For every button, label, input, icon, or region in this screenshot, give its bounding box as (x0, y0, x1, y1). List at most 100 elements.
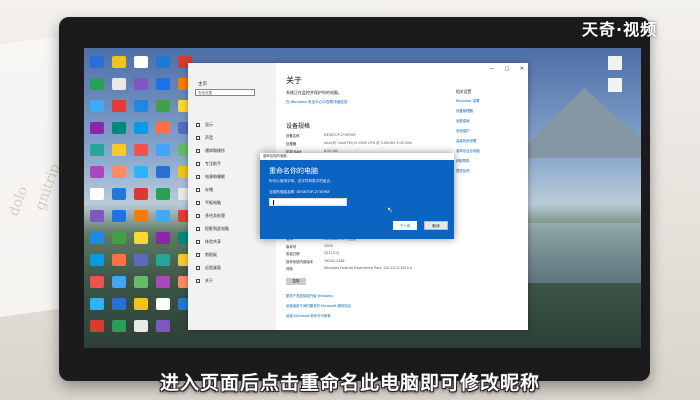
desktop-app-icon[interactable] (134, 232, 148, 244)
text-caret (273, 200, 274, 205)
nav-item[interactable]: 通知和操作 (196, 148, 225, 154)
desktop-app-icon[interactable] (156, 78, 170, 90)
related-settings-link[interactable]: 提供反馈 (456, 168, 470, 173)
desktop-app-icon[interactable] (112, 78, 126, 90)
desktop-app-icon[interactable] (156, 122, 170, 134)
desktop-app-icon[interactable] (90, 276, 104, 288)
desktop-app-icon[interactable] (156, 100, 170, 112)
desktop-app-icon[interactable] (134, 78, 148, 90)
desktop-app-icon[interactable] (112, 166, 126, 178)
bottom-link[interactable]: 阅读 Microsoft 软件许可条款 (286, 313, 331, 318)
desktop-app-icon[interactable] (90, 320, 104, 332)
maximize-icon[interactable]: □ (504, 66, 509, 72)
desktop-app-icon[interactable] (112, 320, 126, 332)
nav-item[interactable]: 平板电脑 (196, 200, 221, 206)
desktop-app-icon[interactable] (156, 144, 170, 156)
desktop-app-icon[interactable] (156, 188, 170, 200)
desktop-app-icon[interactable] (134, 320, 148, 332)
nav-item[interactable]: 存储 (196, 187, 213, 193)
bottom-link[interactable]: 阅读适用于我们服务的 Microsoft 服务协议 (286, 303, 351, 308)
desktop-app-icon[interactable] (90, 188, 104, 200)
nav-item[interactable]: 专注助手 (196, 161, 221, 167)
new-pc-name-input[interactable] (269, 198, 347, 206)
desktop-app-icon[interactable] (112, 100, 126, 112)
nav-item[interactable]: 多任务处理 (196, 213, 225, 219)
desktop-app-icon[interactable] (112, 232, 126, 244)
nav-item-icon (196, 136, 200, 140)
related-settings-link[interactable]: 设备管理器 (456, 108, 473, 113)
minimize-icon[interactable]: — (489, 66, 494, 72)
desktop-app-icon[interactable] (112, 122, 126, 134)
desktop-app-icon[interactable] (112, 144, 126, 156)
related-settings-link[interactable]: 重命名这台电脑 (456, 148, 480, 153)
cancel-button[interactable]: 取消 (424, 221, 448, 230)
desktop-app-icon[interactable] (90, 166, 104, 178)
related-settings-link[interactable]: BitLocker 设置 (456, 98, 480, 103)
spec-label: 设备名称 (286, 134, 300, 138)
page-title: 关于 (286, 76, 302, 85)
desktop-app-icon[interactable] (156, 276, 170, 288)
close-icon[interactable]: ✕ (520, 66, 524, 72)
bottom-link[interactable]: 更改产品密钥或升级 Windows (286, 293, 333, 298)
settings-search-input[interactable]: 查找设置 (195, 89, 255, 96)
desktop-app-icon[interactable] (112, 210, 126, 222)
nav-item[interactable]: 远程桌面 (196, 265, 221, 271)
desktop-app-icon[interactable] (134, 276, 148, 288)
nav-item-label: 关于 (205, 278, 213, 283)
current-pc-name: 当前的电脑名称: DESKTOP-2T3E9KF (269, 190, 331, 194)
spec-row: 处理器 Intel(R) Core(TM) i5-9500 CPU @ 3.00G… (286, 141, 412, 146)
desktop-app-icon[interactable] (90, 210, 104, 222)
protection-status: 系统正在监控并保护你的电脑。 (286, 90, 342, 95)
desktop-app-icon[interactable] (134, 144, 148, 156)
desktop-file-icon[interactable] (608, 56, 622, 70)
related-settings-link[interactable]: 系统保护 (456, 128, 470, 133)
desktop-app-icon[interactable] (90, 298, 104, 310)
desktop-app-icon[interactable] (90, 122, 104, 134)
desktop-app-icon[interactable] (112, 254, 126, 266)
desktop-app-icon[interactable] (156, 320, 170, 332)
desktop-app-icon[interactable] (134, 210, 148, 222)
desktop-app-icon[interactable] (156, 232, 170, 244)
desktop-app-icon[interactable] (90, 232, 104, 244)
nav-home[interactable]: 主页 (198, 81, 207, 87)
desktop-app-icon[interactable] (134, 166, 148, 178)
nav-item[interactable]: 剪贴板 (196, 252, 217, 258)
desktop-app-icon[interactable] (134, 100, 148, 112)
nav-item[interactable]: 投影到此电脑 (196, 226, 229, 232)
nav-item[interactable]: 声音 (196, 135, 213, 141)
spec-row: 安装日期 2021/1/5 (286, 251, 339, 256)
next-button[interactable]: 下一页 (393, 221, 417, 230)
desktop-app-icon[interactable] (112, 188, 126, 200)
desktop-app-icon[interactable] (134, 188, 148, 200)
desktop-app-icon[interactable] (134, 254, 148, 266)
copy-button[interactable]: 复制 (286, 278, 306, 285)
desktop-app-icon[interactable] (156, 166, 170, 178)
desktop-app-icon[interactable] (134, 122, 148, 134)
security-center-link[interactable]: 在 Windows 安全中心中查看详细信息 (286, 100, 347, 105)
related-settings-link[interactable]: 获取帮助 (456, 158, 470, 163)
desktop-app-icon[interactable] (90, 56, 104, 68)
desktop-app-icon[interactable] (134, 56, 148, 68)
desktop-app-icon[interactable] (156, 210, 170, 222)
desktop-app-icon[interactable] (90, 100, 104, 112)
desktop-app-icon[interactable] (90, 78, 104, 90)
desktop-app-icon[interactable] (112, 276, 126, 288)
desktop-file-icon[interactable] (608, 78, 622, 92)
desktop-app-icon[interactable] (156, 254, 170, 266)
related-settings-link[interactable]: 高级系统设置 (456, 138, 476, 143)
desktop-app-icon[interactable] (112, 298, 126, 310)
desktop-app-icon[interactable] (134, 298, 148, 310)
nav-item[interactable]: 显示 (196, 122, 213, 128)
spec-label: 版本号 (286, 244, 297, 249)
nav-item-label: 声音 (205, 135, 213, 140)
desktop-app-icon[interactable] (90, 144, 104, 156)
nav-item[interactable]: 电源和睡眠 (196, 174, 225, 180)
desktop-app-icon[interactable] (156, 298, 170, 310)
video-subtitle: 进入页面后点击重命名此电脑即可修改昵称 (159, 372, 540, 394)
desktop-app-icon[interactable] (156, 56, 170, 68)
desktop-app-icon[interactable] (112, 56, 126, 68)
nav-item[interactable]: 体验共享 (196, 239, 221, 245)
related-settings-link[interactable]: 远程桌面 (456, 118, 470, 123)
nav-item[interactable]: 关于 (196, 278, 213, 284)
desktop-app-icon[interactable] (90, 254, 104, 266)
